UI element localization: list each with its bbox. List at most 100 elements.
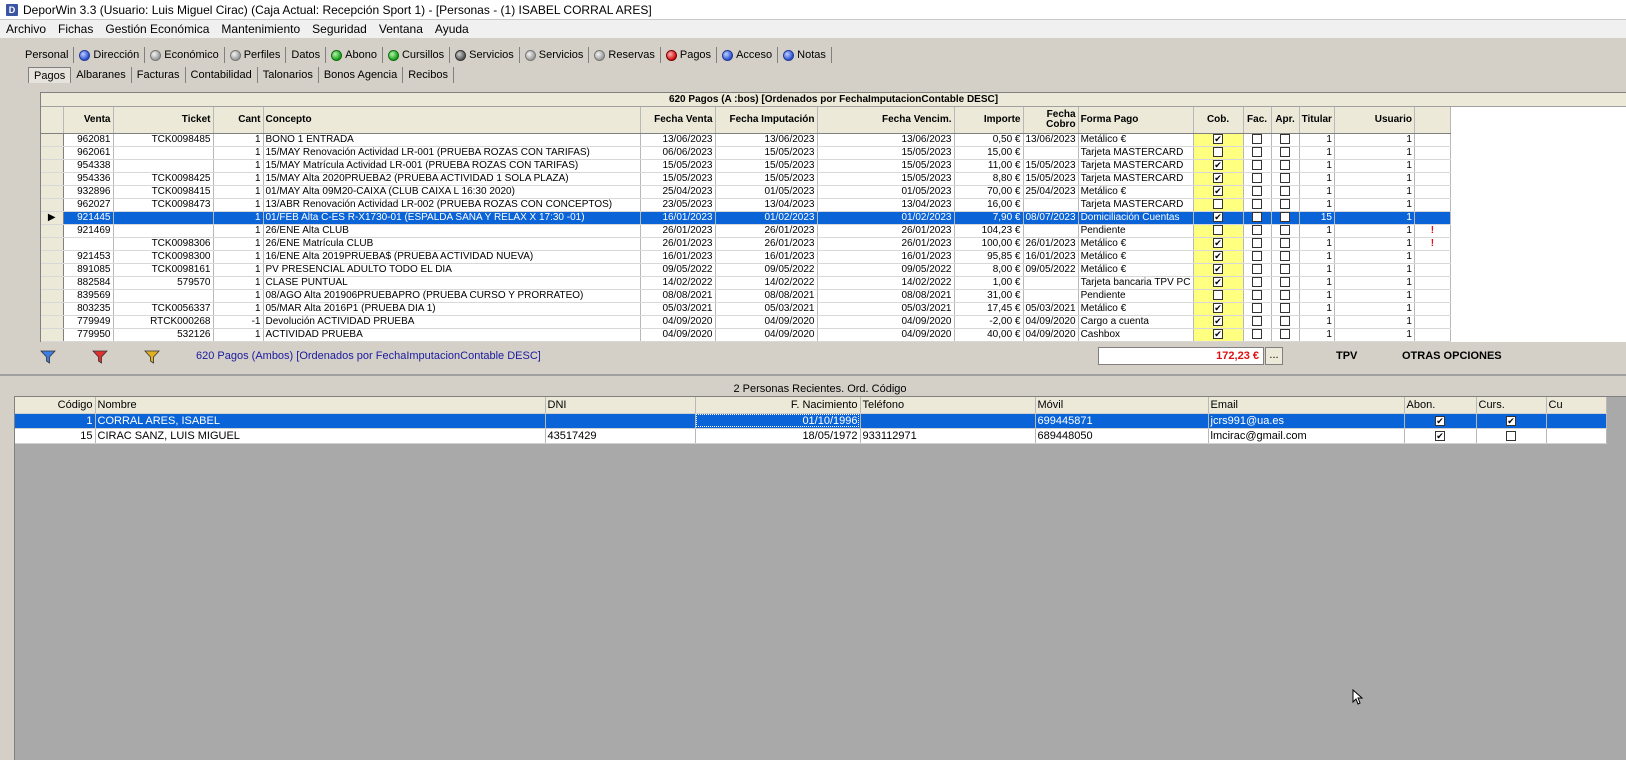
row-selector[interactable] xyxy=(41,159,64,173)
row-selector[interactable] xyxy=(41,133,64,147)
tab-económico[interactable]: Económico xyxy=(145,47,225,63)
tab-notas[interactable]: Notas xyxy=(778,47,832,63)
tab-perfiles[interactable]: Perfiles xyxy=(225,47,287,63)
apr-checkbox[interactable] xyxy=(1280,302,1291,313)
apr-checkbox[interactable] xyxy=(1280,159,1291,170)
apr-checkbox[interactable] xyxy=(1280,146,1291,157)
tab-personal[interactable]: Personal xyxy=(20,47,75,63)
apr-checkbox[interactable] xyxy=(1280,289,1291,300)
red-filter-icon[interactable] xyxy=(92,350,108,364)
person-column-header[interactable]: DNI xyxy=(545,397,696,414)
person-column-header[interactable]: Móvil xyxy=(1035,397,1209,414)
cob-checkbox[interactable] xyxy=(1213,289,1224,300)
fac-checkbox[interactable] xyxy=(1252,159,1263,170)
row-selector[interactable]: ▶ xyxy=(41,211,64,225)
cob-checkbox[interactable]: ✔ xyxy=(1213,315,1224,326)
row-selector[interactable] xyxy=(41,224,64,238)
person-column-header[interactable]: Código xyxy=(15,397,96,414)
fac-checkbox[interactable] xyxy=(1252,237,1263,248)
cob-checkbox[interactable]: ✔ xyxy=(1213,172,1224,183)
fac-checkbox[interactable] xyxy=(1252,302,1263,313)
fac-checkbox[interactable] xyxy=(1252,198,1263,209)
payment-row[interactable]: ▶ 921445 1 01/FEB Alta C-ES R-X1730-01 (ESP… xyxy=(41,211,1451,225)
payment-row[interactable]: 932896 TCK0098415 1 01/MAY Alta 09M20-CAIXA… xyxy=(41,185,1451,199)
column-header[interactable]: Concepto xyxy=(263,107,641,134)
payment-row[interactable]: 962081 TCK0098485 1 BONO 1 ENTRADA 13/06/202… xyxy=(41,133,1451,147)
person-column-header[interactable]: Cu xyxy=(1546,397,1607,414)
apr-checkbox[interactable] xyxy=(1280,237,1291,248)
payment-row[interactable]: TCK0098306 1 26/ENE Matrícula CLUB 26/01/20… xyxy=(41,237,1451,251)
fac-checkbox[interactable] xyxy=(1252,328,1263,339)
cob-checkbox[interactable]: ✔ xyxy=(1213,237,1224,248)
subtab-facturas[interactable]: Facturas xyxy=(132,67,186,83)
tab-servicios[interactable]: Servicios xyxy=(450,47,520,63)
column-header[interactable]: Cant xyxy=(213,107,264,134)
column-header[interactable]: Ticket xyxy=(113,107,214,134)
apr-checkbox[interactable] xyxy=(1280,224,1291,235)
more-button[interactable]: ... xyxy=(1265,347,1283,365)
cob-checkbox[interactable]: ✔ xyxy=(1213,276,1224,287)
tab-pagos[interactable]: Pagos xyxy=(661,47,718,63)
column-header[interactable]: Apr. xyxy=(1271,107,1300,134)
fac-checkbox[interactable] xyxy=(1252,315,1263,326)
cob-checkbox[interactable]: ✔ xyxy=(1213,185,1224,196)
cob-checkbox[interactable]: ✔ xyxy=(1213,159,1224,170)
menu-3[interactable]: Mantenimiento xyxy=(215,22,306,36)
splitter[interactable] xyxy=(0,374,1626,376)
payment-row[interactable]: 779949 RTCK000268 -1 Devolución ACTIVIDAD P… xyxy=(41,315,1451,329)
cob-checkbox[interactable]: ✔ xyxy=(1213,250,1224,261)
person-row[interactable]: 15 CIRAC SANZ, LUIS MIGUEL 43517429 18/05/1… xyxy=(15,428,1607,444)
other-options-button[interactable]: OTRAS OPCIONES xyxy=(1402,350,1502,362)
fac-checkbox[interactable] xyxy=(1252,250,1263,261)
subtab-albaranes[interactable]: Albaranes xyxy=(71,67,132,83)
menu-2[interactable]: Gestión Económica xyxy=(99,22,215,36)
apr-checkbox[interactable] xyxy=(1280,211,1291,222)
tpv-button[interactable]: TPV xyxy=(1336,350,1357,362)
row-selector[interactable] xyxy=(41,185,64,199)
subtab-recibos[interactable]: Recibos xyxy=(403,67,454,83)
cob-checkbox[interactable]: ✔ xyxy=(1213,328,1224,339)
cob-checkbox[interactable]: ✔ xyxy=(1213,302,1224,313)
cob-checkbox[interactable] xyxy=(1213,198,1224,209)
apr-checkbox[interactable] xyxy=(1280,315,1291,326)
person-column-header[interactable]: Email xyxy=(1208,397,1405,414)
row-selector[interactable] xyxy=(41,250,64,264)
apr-checkbox[interactable] xyxy=(1280,328,1291,339)
fac-checkbox[interactable] xyxy=(1252,185,1263,196)
payment-row[interactable]: 839569 1 08/AGO Alta 201906PRUEBAPRO (PRUE… xyxy=(41,289,1451,303)
subtab-talonarios[interactable]: Talonarios xyxy=(258,67,319,83)
row-selector[interactable] xyxy=(41,302,64,316)
apr-checkbox[interactable] xyxy=(1280,172,1291,183)
row-selector[interactable] xyxy=(41,276,64,290)
cob-checkbox[interactable]: ✔ xyxy=(1213,263,1224,274)
column-header[interactable]: Usuario xyxy=(1334,107,1415,134)
tab-datos[interactable]: Datos xyxy=(286,47,327,63)
payment-row[interactable]: 803235 TCK0056337 1 05/MAR Alta 2016P1 (PRU… xyxy=(41,302,1451,316)
row-selector[interactable] xyxy=(41,172,64,186)
cob-checkbox[interactable]: ✔ xyxy=(1213,211,1224,222)
subtab-bonos-agencia[interactable]: Bonos Agencia xyxy=(319,67,404,83)
tab-servicios[interactable]: Servicios xyxy=(520,47,590,63)
person-column-header[interactable]: Teléfono xyxy=(860,397,1036,414)
apr-checkbox[interactable] xyxy=(1280,250,1291,261)
tab-dirección[interactable]: Dirección xyxy=(74,47,146,63)
row-selector[interactable] xyxy=(41,198,64,212)
person-column-header[interactable]: Curs. xyxy=(1476,397,1547,414)
abon-checkbox[interactable]: ✔ xyxy=(1435,430,1445,441)
curs-checkbox[interactable]: ✔ xyxy=(1506,415,1516,426)
row-selector[interactable] xyxy=(41,146,64,160)
apr-checkbox[interactable] xyxy=(1280,198,1291,209)
column-header[interactable]: Fac. xyxy=(1243,107,1272,134)
payment-row[interactable]: 921469 1 26/ENE Alta CLUB 26/01/2023 26/01/2… xyxy=(41,224,1451,238)
persons-grid[interactable]: Código Nombre DNI F. Nacimiento Teléfono Móvi… xyxy=(14,396,1626,760)
tab-cursillos[interactable]: Cursillos xyxy=(383,47,451,63)
fac-checkbox[interactable] xyxy=(1252,289,1263,300)
menu-5[interactable]: Ventana xyxy=(373,22,429,36)
payment-row[interactable]: 962061 1 15/MAY Renovación Actividad LR-00… xyxy=(41,146,1451,160)
fac-checkbox[interactable] xyxy=(1252,172,1263,183)
subtab-contabilidad[interactable]: Contabilidad xyxy=(186,67,258,83)
payment-row[interactable]: 891085 TCK0098161 1 PV PRESENCIAL ADULTO TO… xyxy=(41,263,1451,277)
payment-row[interactable]: 921453 TCK0098300 1 16/ENE Alta 2019PRUEBA$… xyxy=(41,250,1451,264)
curs-checkbox[interactable] xyxy=(1506,430,1516,441)
payment-row[interactable]: 779950 532126 1 ACTIVIDAD PRUEBA 04/09/2020 0… xyxy=(41,328,1451,342)
